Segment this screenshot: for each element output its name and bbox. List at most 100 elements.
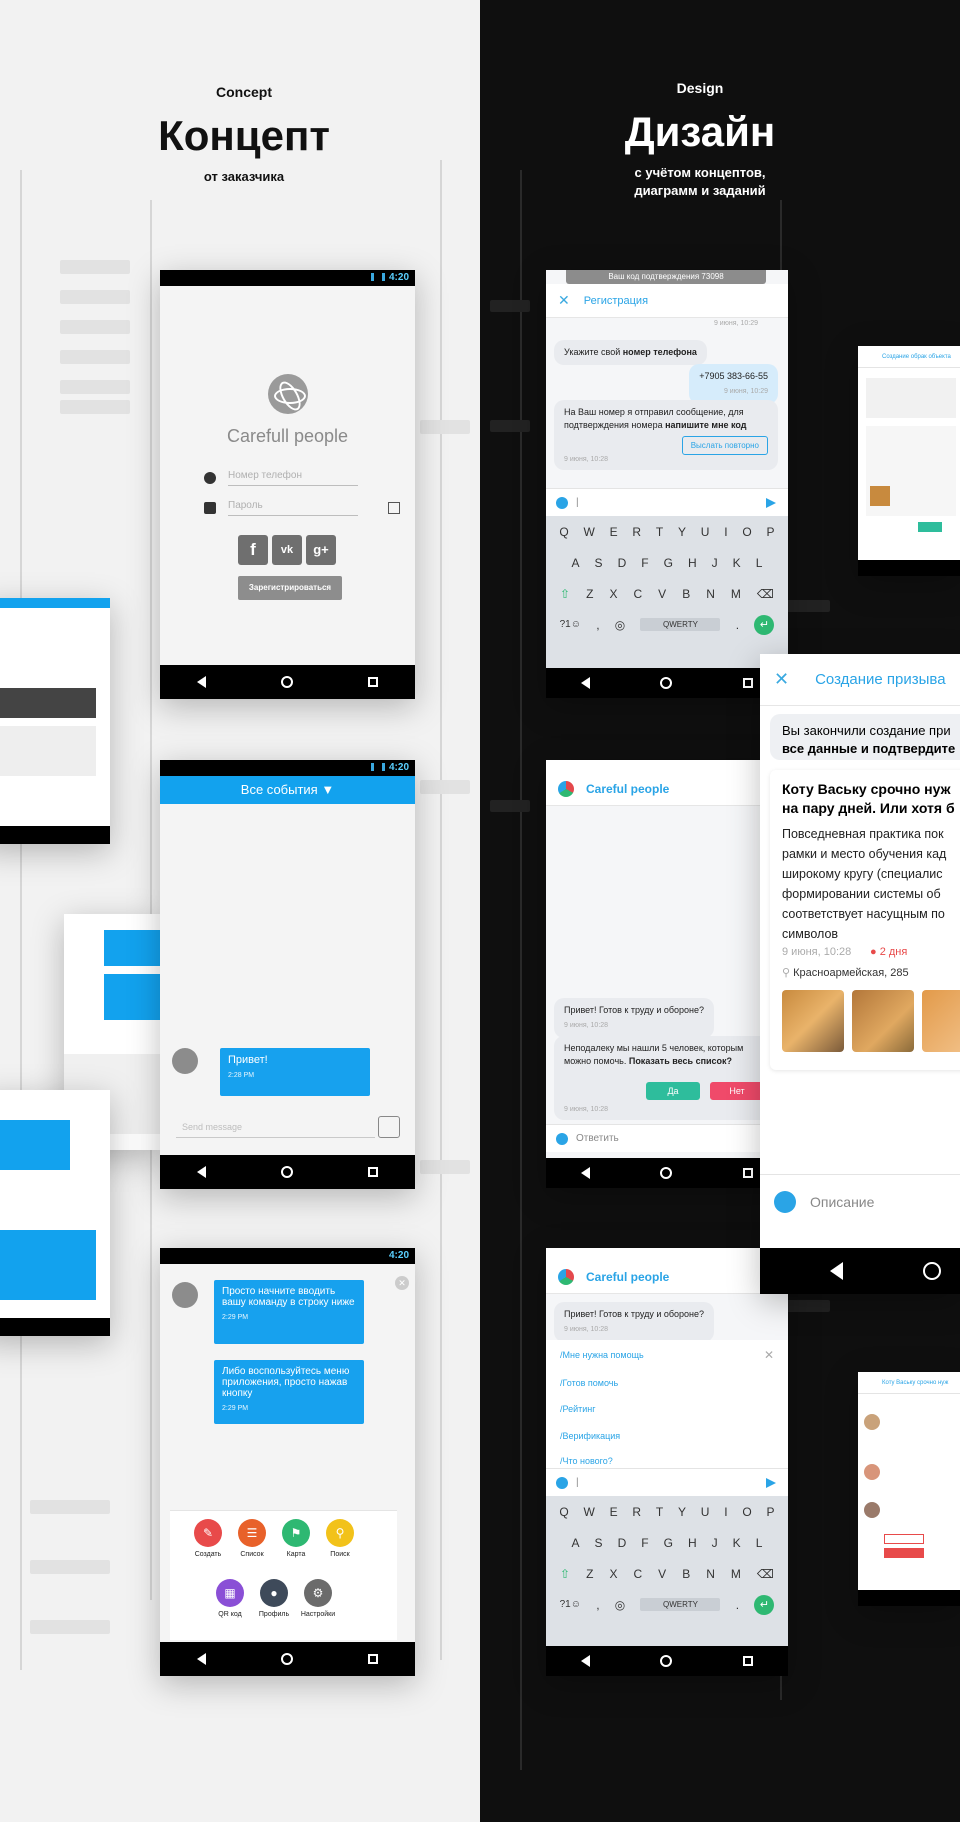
menu-profile-button[interactable]: ● Профиль (254, 1579, 294, 1618)
slash-command-icon[interactable] (378, 1116, 400, 1138)
menu-search-button[interactable]: ⚲ Поиск (320, 1519, 360, 1558)
backspace-key-icon[interactable]: ⌫ (757, 1567, 774, 1581)
vk-button[interactable]: vk (272, 535, 302, 565)
reject-button[interactable] (884, 1534, 924, 1544)
key[interactable]: T (656, 1505, 663, 1519)
key[interactable]: J (712, 1536, 718, 1550)
key[interactable]: X (609, 587, 617, 601)
command-item[interactable]: /Что нового? (560, 1456, 613, 1466)
period-key[interactable]: . (736, 1598, 739, 1612)
key[interactable]: G (664, 556, 673, 570)
recent-apps-icon[interactable] (367, 677, 378, 687)
key[interactable]: L (756, 1536, 763, 1550)
yes-button[interactable]: Да (646, 1082, 700, 1100)
send-icon[interactable] (766, 498, 776, 508)
password-input[interactable]: Пароль (228, 500, 358, 516)
shift-key-icon[interactable]: ⇧ (560, 1567, 570, 1581)
key[interactable]: N (706, 587, 715, 601)
key[interactable]: Y (678, 525, 686, 539)
key[interactable]: V (658, 1567, 666, 1581)
key[interactable]: G (664, 1536, 673, 1550)
photo-thumbnail[interactable] (782, 990, 844, 1052)
home-icon[interactable] (280, 1653, 293, 1665)
key[interactable]: W (584, 525, 595, 539)
key[interactable]: W (584, 1505, 595, 1519)
recent-apps-icon[interactable] (367, 1167, 378, 1177)
recent-apps-icon[interactable] (742, 678, 753, 688)
key[interactable]: H (688, 1536, 697, 1550)
key[interactable]: Q (559, 525, 568, 539)
comma-key[interactable]: , (596, 1598, 599, 1612)
reply-input[interactable]: Ответить (546, 1124, 788, 1152)
key[interactable]: H (688, 556, 697, 570)
key[interactable]: C (633, 587, 642, 601)
menu-list-button[interactable]: ☰ Список (232, 1519, 272, 1558)
key[interactable]: K (733, 1536, 741, 1550)
key[interactable]: P (767, 1505, 775, 1519)
shift-key-icon[interactable]: ⇧ (560, 587, 570, 601)
home-icon[interactable] (660, 1167, 673, 1179)
key[interactable]: U (701, 525, 710, 539)
key[interactable]: L (756, 556, 763, 570)
close-icon[interactable]: ✕ (395, 1276, 409, 1290)
back-icon[interactable] (197, 1166, 207, 1178)
message-input[interactable]: | (546, 1468, 788, 1496)
key[interactable]: T (656, 525, 663, 539)
key[interactable]: Z (586, 1567, 593, 1581)
key[interactable]: D (618, 556, 627, 570)
home-icon[interactable] (923, 1262, 941, 1280)
save-button[interactable] (918, 522, 942, 532)
back-icon[interactable] (581, 1655, 591, 1667)
key[interactable]: B (682, 587, 690, 601)
key[interactable]: R (632, 525, 641, 539)
recent-apps-icon[interactable] (742, 1656, 753, 1666)
events-header[interactable]: Все события ▼ (160, 776, 415, 804)
home-icon[interactable] (280, 676, 293, 688)
home-icon[interactable] (660, 1655, 673, 1667)
key[interactable]: I (724, 525, 727, 539)
close-icon[interactable]: ✕ (558, 292, 570, 309)
symbols-key[interactable]: ?1☺ (560, 1599, 581, 1610)
menu-settings-button[interactable]: ⚙ Настройки (298, 1579, 338, 1618)
key[interactable]: M (731, 1567, 741, 1581)
back-icon[interactable] (197, 1653, 207, 1665)
register-button[interactable]: Зарегистрироваться (238, 576, 342, 600)
globe-key-icon[interactable]: ◎ (615, 1598, 625, 1612)
key[interactable]: E (610, 1505, 618, 1519)
symbols-key[interactable]: ?1☺ (560, 619, 581, 630)
photo-thumbnail[interactable] (922, 990, 960, 1052)
key[interactable]: I (724, 1505, 727, 1519)
send-message-input[interactable]: Send message (176, 1116, 375, 1138)
facebook-button[interactable]: f (238, 535, 268, 565)
decline-button[interactable] (884, 1548, 924, 1558)
home-icon[interactable] (660, 677, 673, 689)
enter-key-icon[interactable]: ↵ (754, 1594, 775, 1615)
key[interactable]: E (610, 525, 618, 539)
backspace-key-icon[interactable]: ⌫ (757, 587, 774, 601)
period-key[interactable]: . (736, 618, 739, 632)
no-button[interactable]: Нет (710, 1082, 764, 1100)
command-item[interactable]: /Верификация (560, 1431, 620, 1441)
key[interactable]: B (682, 1567, 690, 1581)
command-item[interactable]: /Готов помочь (560, 1378, 618, 1388)
key[interactable]: Q (559, 1505, 568, 1519)
command-item[interactable]: /Мне нужна помощь (560, 1350, 644, 1360)
space-key[interactable]: QWERTY (640, 1598, 721, 1611)
description-input[interactable]: Описание (760, 1174, 960, 1228)
photo-thumbnail[interactable] (852, 990, 914, 1052)
close-icon[interactable]: ✕ (774, 669, 789, 690)
recent-apps-icon[interactable] (742, 1168, 753, 1178)
key[interactable]: C (633, 1567, 642, 1581)
back-icon[interactable] (581, 1167, 591, 1179)
recent-apps-icon[interactable] (367, 1654, 378, 1664)
globe-key-icon[interactable]: ◎ (615, 618, 625, 632)
key[interactable]: P (767, 525, 775, 539)
key[interactable]: O (742, 525, 751, 539)
key[interactable]: Z (586, 587, 593, 601)
menu-map-button[interactable]: ⚑ Карта (276, 1519, 316, 1558)
key[interactable]: D (618, 1536, 627, 1550)
send-icon[interactable] (766, 1478, 776, 1488)
key[interactable]: F (641, 1536, 648, 1550)
key[interactable]: M (731, 587, 741, 601)
message-input[interactable]: | (546, 488, 788, 516)
